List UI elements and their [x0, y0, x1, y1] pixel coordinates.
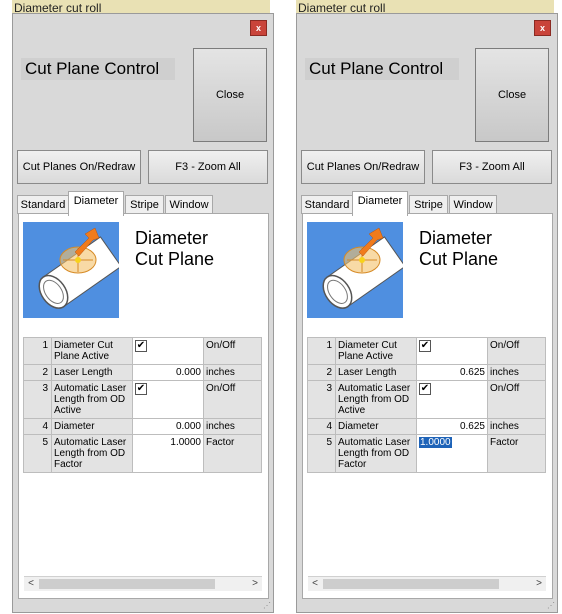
row-unit: inches: [203, 418, 262, 435]
row-label: Diameter Cut Plane Active: [51, 337, 133, 365]
row-unit: inches: [487, 418, 546, 435]
status-bar: ⋰: [297, 600, 557, 612]
close-button[interactable]: Close: [193, 48, 267, 142]
heading-line-2: Cut Plane: [419, 249, 499, 269]
close-x-button[interactable]: x: [534, 20, 551, 36]
row-number: 4: [307, 418, 336, 435]
grid-row: 3 Automatic Laser Length from OD Active …: [23, 380, 262, 419]
tab-stripe[interactable]: Stripe: [125, 195, 164, 214]
diameter-cut-plane-illustration: [23, 222, 119, 318]
row-label: Automatic Laser Length from OD Factor: [51, 434, 133, 473]
heading-line-2: Cut Plane: [135, 249, 215, 269]
grid-row: 5 Automatic Laser Length from OD Factor …: [23, 434, 262, 473]
cut-planes-on-redraw-button[interactable]: Cut Planes On/Redraw: [17, 150, 141, 184]
row-value-cell[interactable]: ✔: [416, 380, 488, 419]
grid-row: 1 Diameter Cut Plane Active ✔ On/Off: [307, 337, 546, 365]
row-label: Automatic Laser Length from OD Factor: [335, 434, 417, 473]
resize-grip-icon[interactable]: ⋰: [547, 601, 555, 610]
status-bar: ⋰: [13, 600, 273, 612]
row-value[interactable]: 1.0000: [132, 434, 204, 473]
scroll-left-arrow-icon[interactable]: <: [308, 577, 322, 591]
row-unit: On/Off: [203, 337, 262, 365]
checkbox-checked[interactable]: ✔: [135, 383, 147, 395]
row-unit: On/Off: [487, 380, 546, 419]
row-number: 1: [23, 337, 52, 365]
row-unit: inches: [203, 364, 262, 381]
row-label: Automatic Laser Length from OD Active: [335, 380, 417, 419]
zoom-all-button[interactable]: F3 - Zoom All: [148, 150, 268, 184]
row-label: Diameter Cut Plane Active: [335, 337, 417, 365]
checkbox-checked[interactable]: ✔: [419, 340, 431, 352]
cut-plane-control-window-left: x Cut Plane Control Close Cut Planes On/…: [12, 13, 274, 613]
row-value-selected-cell[interactable]: 1.0000: [416, 434, 488, 473]
window-title: Cut Plane Control: [21, 58, 175, 80]
parameter-grid: 1 Diameter Cut Plane Active ✔ On/Off 2 L…: [23, 337, 262, 473]
row-unit: Factor: [203, 434, 262, 473]
tab-stripe[interactable]: Stripe: [409, 195, 448, 214]
row-label: Diameter: [335, 418, 417, 435]
zoom-all-button[interactable]: F3 - Zoom All: [432, 150, 552, 184]
row-number: 5: [307, 434, 336, 473]
row-value[interactable]: 0.625: [416, 418, 488, 435]
grid-row: 1 Diameter Cut Plane Active ✔ On/Off: [23, 337, 262, 365]
row-value-cell[interactable]: ✔: [132, 380, 204, 419]
close-x-button[interactable]: x: [250, 20, 267, 36]
horizontal-scrollbar[interactable]: < >: [24, 576, 262, 591]
panel-heading: Diameter Cut Plane: [135, 228, 214, 270]
scrollbar-thumb[interactable]: [323, 579, 499, 589]
tab-diameter[interactable]: Diameter: [352, 191, 408, 216]
row-number: 3: [307, 380, 336, 419]
grid-row: 4 Diameter 0.625 inches: [307, 418, 546, 435]
row-label: Laser Length: [51, 364, 133, 381]
row-number: 2: [23, 364, 52, 381]
row-value-cell[interactable]: ✔: [132, 337, 204, 365]
scroll-right-arrow-icon[interactable]: >: [248, 577, 262, 591]
tab-standard[interactable]: Standard: [17, 195, 69, 214]
tab-window[interactable]: Window: [165, 195, 213, 214]
row-number: 2: [307, 364, 336, 381]
row-value-cell[interactable]: ✔: [416, 337, 488, 365]
close-button[interactable]: Close: [475, 48, 549, 142]
selected-value-text[interactable]: 1.0000: [419, 437, 452, 448]
cut-planes-on-redraw-button[interactable]: Cut Planes On/Redraw: [301, 150, 425, 184]
diameter-tab-panel: Diameter Cut Plane 1 Diameter Cut Plane …: [302, 213, 553, 599]
row-value[interactable]: 0.000: [132, 418, 204, 435]
scroll-right-arrow-icon[interactable]: >: [532, 577, 546, 591]
scrollbar-thumb[interactable]: [39, 579, 215, 589]
scroll-left-arrow-icon[interactable]: <: [24, 577, 38, 591]
row-label: Diameter: [51, 418, 133, 435]
grid-row: 2 Laser Length 0.000 inches: [23, 364, 262, 381]
cut-plane-control-window-right: x Cut Plane Control Close Cut Planes On/…: [296, 13, 558, 613]
checkbox-checked[interactable]: ✔: [135, 340, 147, 352]
diameter-cut-plane-illustration: [307, 222, 403, 318]
row-label: Laser Length: [335, 364, 417, 381]
row-unit: On/Off: [487, 337, 546, 365]
grid-row: 5 Automatic Laser Length from OD Factor …: [307, 434, 546, 473]
grid-row: 4 Diameter 0.000 inches: [23, 418, 262, 435]
tab-standard[interactable]: Standard: [301, 195, 353, 214]
row-value[interactable]: 0.625: [416, 364, 488, 381]
checkbox-checked[interactable]: ✔: [419, 383, 431, 395]
window-title: Cut Plane Control: [305, 58, 459, 80]
grid-row: 2 Laser Length 0.625 inches: [307, 364, 546, 381]
parameter-grid: 1 Diameter Cut Plane Active ✔ On/Off 2 L…: [307, 337, 546, 473]
grid-row: 3 Automatic Laser Length from OD Active …: [307, 380, 546, 419]
row-number: 4: [23, 418, 52, 435]
horizontal-scrollbar[interactable]: < >: [308, 576, 546, 591]
row-number: 5: [23, 434, 52, 473]
tab-diameter[interactable]: Diameter: [68, 191, 124, 216]
row-unit: On/Off: [203, 380, 262, 419]
row-unit: inches: [487, 364, 546, 381]
resize-grip-icon[interactable]: ⋰: [263, 601, 271, 610]
diameter-tab-panel: Diameter Cut Plane 1 Diameter Cut Plane …: [18, 213, 269, 599]
row-label: Automatic Laser Length from OD Active: [51, 380, 133, 419]
heading-line-1: Diameter: [135, 228, 209, 248]
row-number: 3: [23, 380, 52, 419]
tab-window[interactable]: Window: [449, 195, 497, 214]
row-unit: Factor: [487, 434, 546, 473]
row-number: 1: [307, 337, 336, 365]
row-value[interactable]: 0.000: [132, 364, 204, 381]
heading-line-1: Diameter: [419, 228, 493, 248]
panel-heading: Diameter Cut Plane: [419, 228, 498, 270]
